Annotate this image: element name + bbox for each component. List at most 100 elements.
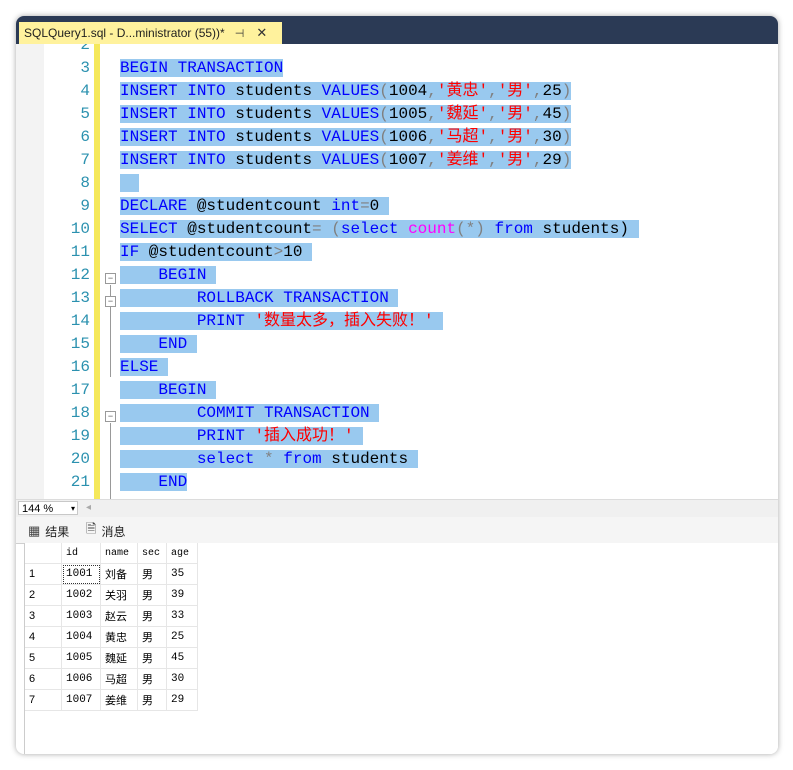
grid-cell[interactable]: 1007 (61, 689, 101, 711)
table-row[interactable]: 5 1005 魏延男 45 (25, 647, 198, 669)
row-header[interactable]: 1 (25, 563, 62, 585)
grid-cell[interactable]: 男 (137, 626, 167, 648)
code-line[interactable]: END (120, 333, 197, 356)
code-line[interactable]: DECLARE @studentcount int=0 (120, 195, 389, 218)
grid-cell[interactable]: 魏延 (100, 647, 138, 669)
row-header[interactable]: 7 (25, 689, 62, 711)
code-token (206, 381, 217, 399)
change-tracking-bar (94, 44, 100, 499)
code-line[interactable]: END (120, 471, 188, 494)
column-header-age[interactable]: age (166, 543, 198, 564)
code-token: '姜维' (436, 151, 489, 169)
results-grid[interactable]: id name sec age 1 1001 刘备男 35 2 1002 关羽男 39 3 100… (24, 543, 778, 754)
table-row[interactable]: 1 1001 刘备男 35 (25, 563, 198, 585)
code-line[interactable]: SELECT @studentcount= (select count(*) f… (120, 218, 639, 241)
grid-cell[interactable]: 男 (137, 647, 167, 669)
grid-cell[interactable]: 1003 (61, 605, 101, 627)
tab-results[interactable]: ▦ 结果 (28, 521, 69, 541)
code-line[interactable]: BEGIN TRANSACTION (120, 57, 284, 80)
code-token: @studentcount (139, 243, 274, 261)
grid-cell[interactable]: 45 (166, 647, 198, 669)
grid-cell[interactable]: 1002 (61, 584, 101, 606)
code-token (433, 312, 444, 330)
grid-cell[interactable]: 黄忠 (100, 626, 138, 648)
code-line[interactable]: ROLLBACK TRANSACTION (120, 287, 399, 310)
code-token: INSERT (120, 151, 178, 169)
tab-sqlquery1[interactable]: SQLQuery1.sql - D...ministrator (55))* ⊣… (19, 22, 282, 44)
line-number: 19 (70, 427, 90, 445)
grid-cell[interactable]: 马超 (100, 668, 138, 690)
grid-cell[interactable]: 男 (137, 668, 167, 690)
grid-cell[interactable]: 33 (166, 605, 198, 627)
grid-cell[interactable]: 29 (166, 689, 198, 711)
code-line[interactable]: ELSE (120, 356, 169, 379)
table-row[interactable]: 3 1003 赵云男 33 (25, 605, 198, 627)
code-token: ELSE (120, 358, 159, 376)
grid-cell[interactable]: 1001 (61, 563, 101, 585)
table-row[interactable]: 6 1006 马超男 30 (25, 668, 198, 690)
collapse-icon[interactable]: − (105, 411, 116, 422)
code-token: students (225, 82, 322, 100)
grid-cell[interactable]: 赵云 (100, 605, 138, 627)
code-line[interactable]: COMMIT TRANSACTION (120, 402, 380, 425)
row-header[interactable]: 6 (25, 668, 62, 690)
grid-cell[interactable]: 1004 (61, 626, 101, 648)
row-header[interactable]: 3 (25, 605, 62, 627)
code-token: count (408, 220, 457, 238)
code-line[interactable]: BEGIN (120, 264, 217, 287)
pin-icon[interactable]: ⊣ (235, 27, 245, 40)
code-line[interactable]: PRINT '插入成功！' (120, 425, 364, 448)
code-token: ( (379, 82, 389, 100)
code-token: = (360, 197, 370, 215)
row-header[interactable]: 4 (25, 626, 62, 648)
zoom-dropdown[interactable]: 144 % ▾ (18, 501, 78, 515)
grid-cell[interactable]: 39 (166, 584, 198, 606)
code-token: '插入成功！' (254, 427, 354, 445)
code-token: ) (561, 151, 572, 169)
query-editor[interactable]: 2 3 4 5 6 7 8 9 10 11 12 13 14 15 16 17 18 19 20 21 − − − B… (16, 44, 778, 499)
code-token (177, 105, 188, 123)
table-row[interactable]: 4 1004 黄忠男 25 (25, 626, 198, 648)
collapse-icon[interactable]: − (105, 296, 116, 307)
corner-cell[interactable] (25, 543, 62, 564)
table-row[interactable]: 7 1007 姜维男 29 (25, 689, 198, 711)
collapse-icon[interactable]: − (105, 273, 116, 284)
grid-cell[interactable]: 男 (137, 689, 167, 711)
table-row[interactable]: 2 1002 关羽男 39 (25, 584, 198, 606)
editor-margin (16, 44, 44, 499)
code-token: ) (561, 105, 572, 123)
grid-cell[interactable]: 1006 (61, 668, 101, 690)
code-token: * (264, 450, 274, 468)
grid-cell[interactable]: 姜维 (100, 689, 138, 711)
grid-cell[interactable]: 男 (137, 584, 167, 606)
grid-cell[interactable]: 35 (166, 563, 198, 585)
column-header-sec[interactable]: sec (137, 543, 167, 564)
column-header-name[interactable]: name (100, 543, 138, 564)
code-line[interactable] (120, 172, 140, 195)
code-line[interactable]: IF @studentcount>10 (120, 241, 313, 264)
grid-cell[interactable]: 男 (137, 563, 167, 585)
code-token: 0 (369, 197, 389, 215)
code-line[interactable]: INSERT INTO students VALUES(1007,'姜维','男… (120, 149, 572, 172)
code-line[interactable]: PRINT '数量太多，插入失败！' (120, 310, 444, 333)
row-header[interactable]: 5 (25, 647, 62, 669)
grid-cell[interactable]: 男 (137, 605, 167, 627)
grid-cell[interactable]: 刘备 (100, 563, 138, 585)
code-token: = ( (312, 220, 341, 238)
code-line[interactable]: INSERT INTO students VALUES(1004,'黄忠','男… (120, 80, 572, 103)
code-line[interactable]: INSERT INTO students VALUES(1006,'马超','男… (120, 126, 572, 149)
column-header-id[interactable]: id (61, 543, 101, 564)
code-line[interactable]: select * from students (120, 448, 418, 471)
tab-messages[interactable]: 🗎 消息 (86, 521, 125, 541)
scroll-left-icon[interactable]: ◂ (86, 502, 91, 513)
grid-cell[interactable]: 25 (166, 626, 198, 648)
grid-cell[interactable]: 30 (166, 668, 198, 690)
close-icon[interactable]: ✕ (256, 25, 267, 41)
grid-cell[interactable]: 关羽 (100, 584, 138, 606)
code-line[interactable]: INSERT INTO students VALUES(1005,'魏延','男… (120, 103, 572, 126)
code-line[interactable]: BEGIN (120, 379, 217, 402)
grid-cell[interactable]: 1005 (61, 647, 101, 669)
row-header[interactable]: 2 (25, 584, 62, 606)
code-token: , (532, 151, 543, 169)
code-token: , (427, 82, 437, 100)
